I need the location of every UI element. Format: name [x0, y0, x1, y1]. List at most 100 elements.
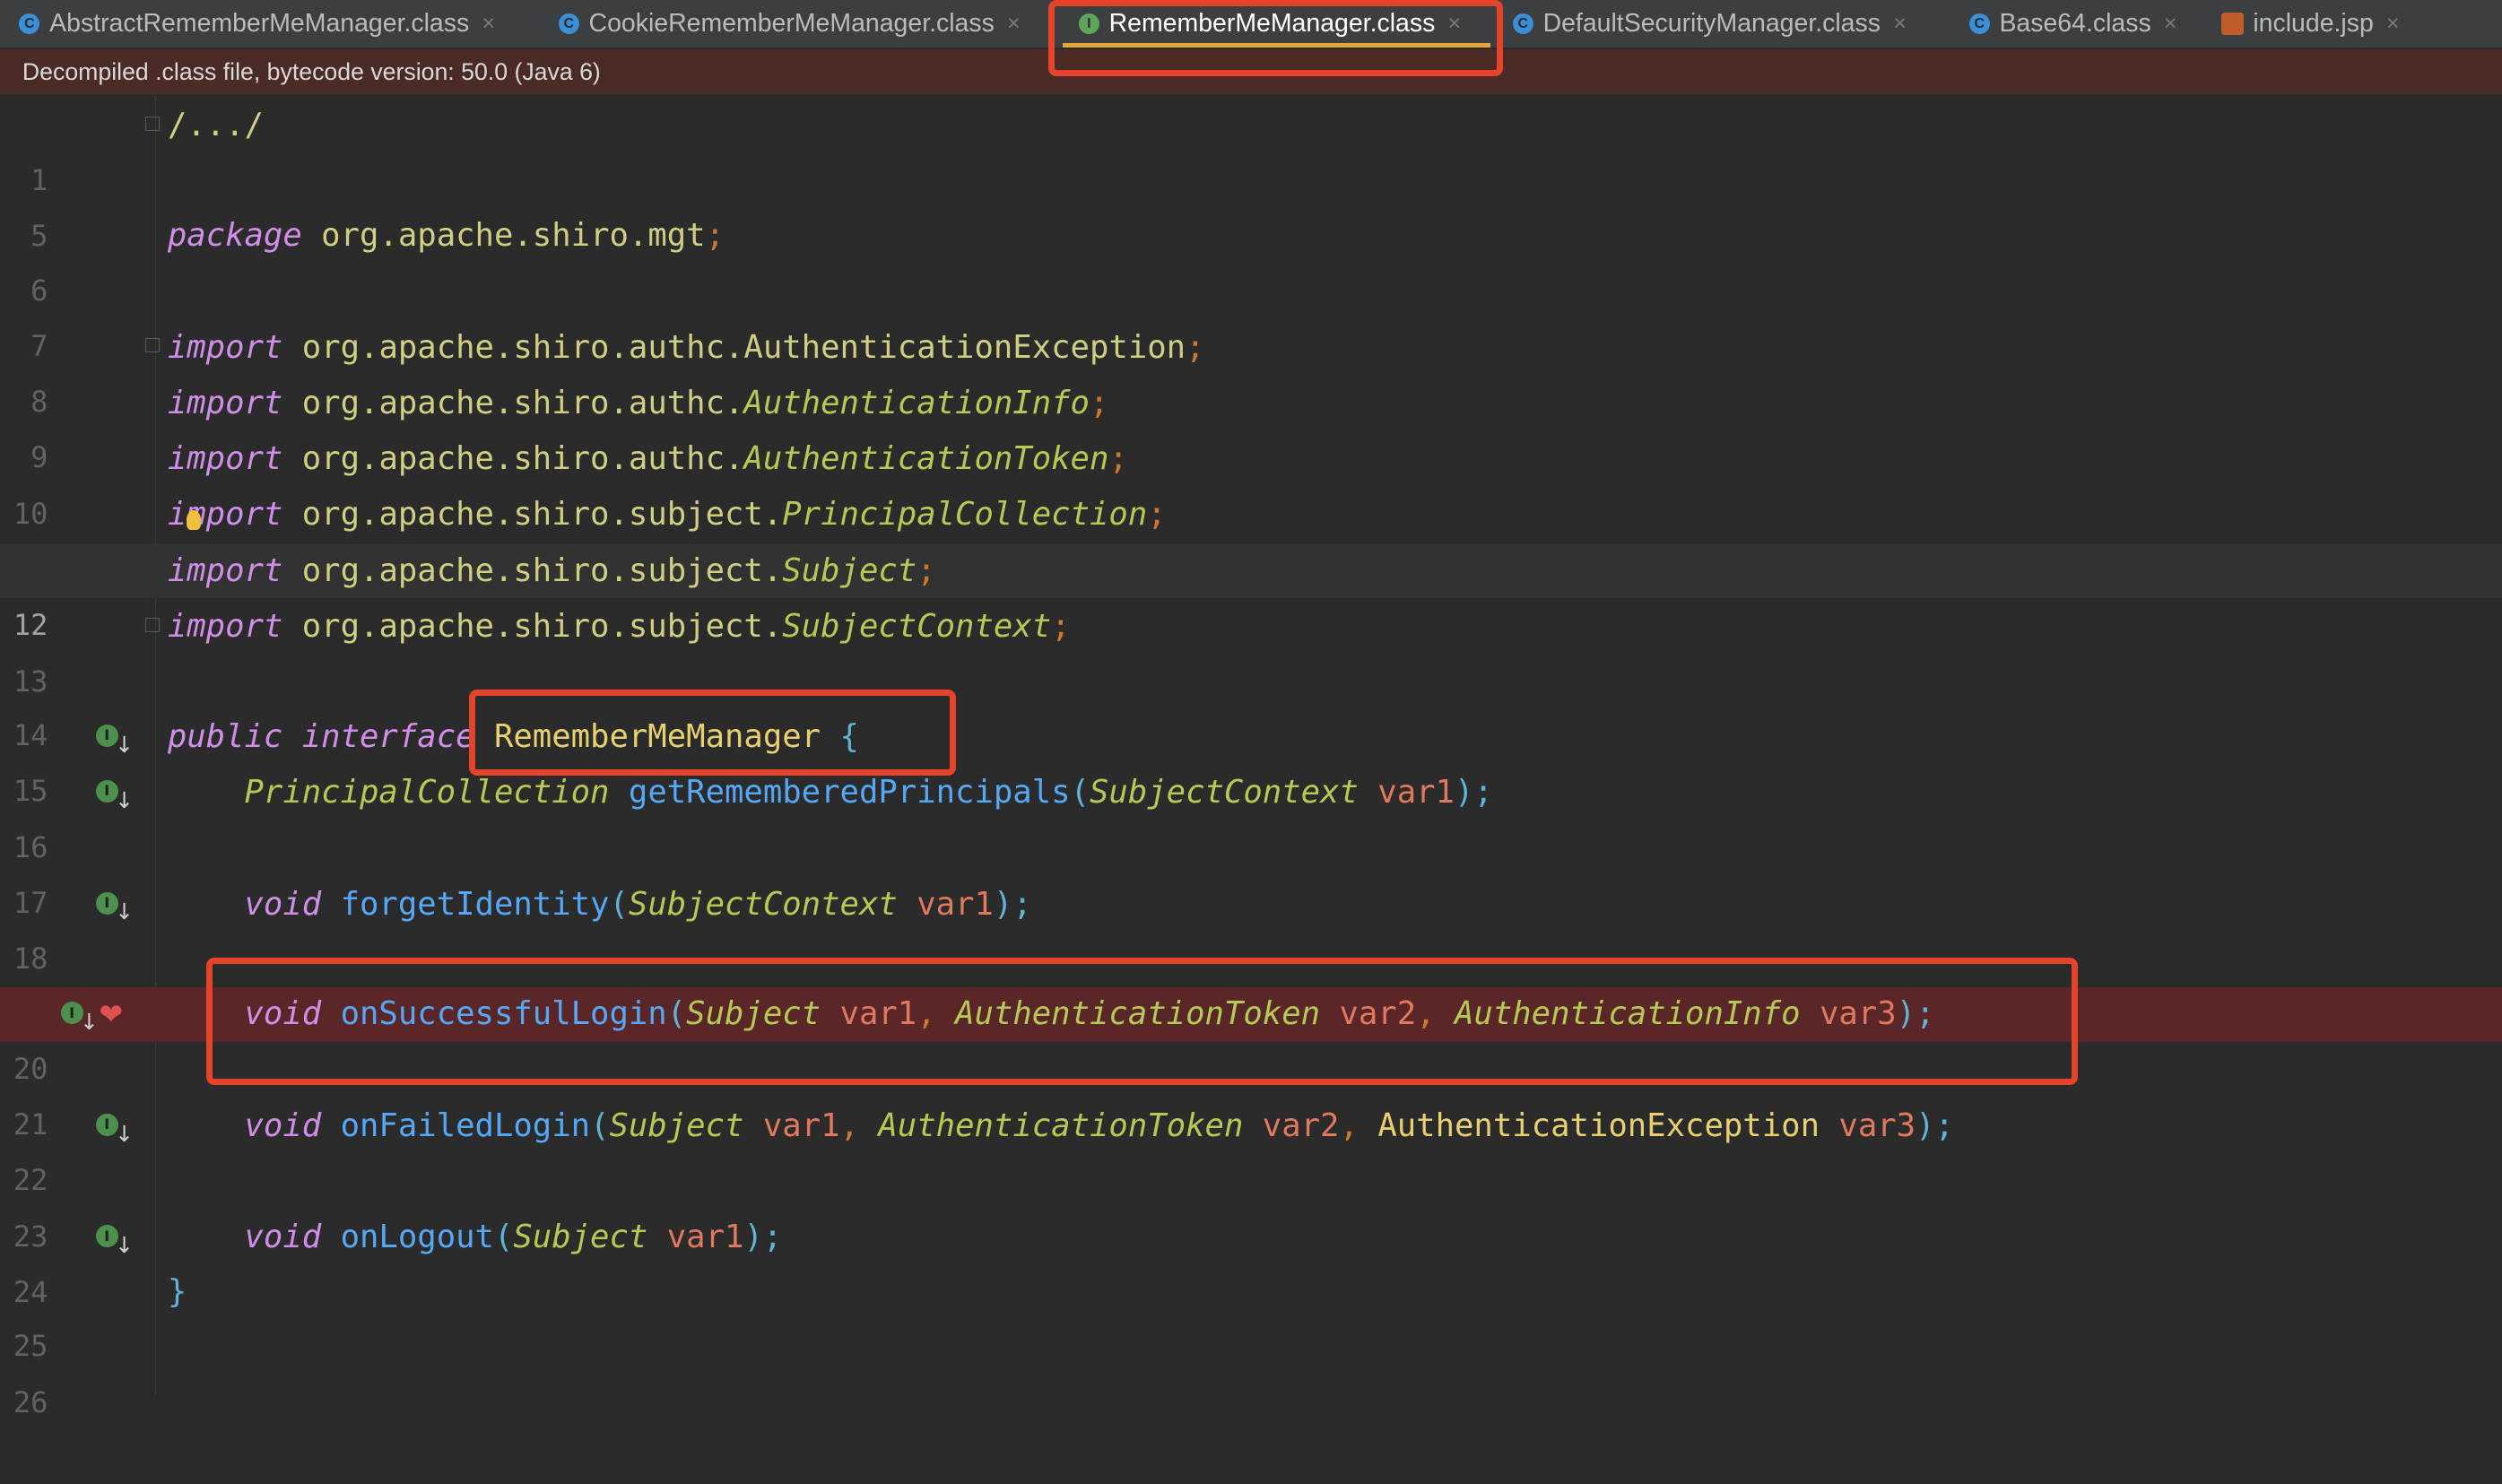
paren: );	[1454, 774, 1493, 811]
keyword: public interface	[167, 717, 475, 755]
implemented-method-icon[interactable]: I ↓	[95, 780, 134, 813]
line-number: 26	[13, 1384, 48, 1419]
fold-marker-icon[interactable]	[144, 338, 160, 353]
import-path: org.apache.shiro.authc.AuthenticationExc…	[282, 328, 1186, 366]
code-line: 14	[0, 655, 2502, 752]
implemented-method-icon[interactable]: I ↓	[95, 1225, 134, 1258]
semicolon: ;	[1051, 608, 1071, 645]
code-line: 18 I ↓ void forgetIdentity(SubjectContext…	[0, 878, 2502, 976]
keyword: import	[167, 551, 283, 589]
paren: );	[1916, 1106, 1954, 1144]
tab-label: AbstractRememberMeManager.class	[49, 9, 470, 39]
class-icon: C	[19, 13, 40, 35]
class-name: Subject	[782, 551, 917, 589]
param-name: var1	[897, 885, 994, 923]
code-line: 7	[0, 265, 2502, 363]
fold-marker-icon[interactable]	[144, 617, 160, 632]
code-line: 26	[0, 1321, 2502, 1419]
tab-label: DefaultSecurityManager.class	[1542, 9, 1881, 39]
semicolon: ;	[1186, 328, 1205, 366]
class-name: AuthenticationToken	[743, 440, 1109, 478]
code-editor[interactable]: 1 /.../ 5 6 package org.apache.shiro.mgt…	[0, 96, 2502, 1419]
tab-label: CookieRememberMeManager.class	[588, 9, 995, 39]
code-line: 23	[0, 1155, 2502, 1254]
tab-base64[interactable]: C Base64.class ×	[1968, 0, 2177, 48]
param-name: var2	[1243, 1106, 1340, 1144]
import-path: org.apache.shiro.subject.	[282, 608, 783, 645]
paren: (	[493, 1219, 514, 1256]
semicolon: ;	[1147, 496, 1167, 534]
annotation-box-interface-name	[469, 689, 956, 776]
fold-marker-icon[interactable]	[144, 116, 160, 131]
close-icon[interactable]: ×	[1007, 11, 1021, 37]
code-line: 15 I ↓ public interface RememberMeManager…	[0, 710, 2502, 809]
method-name: onFailedLogin	[321, 1106, 591, 1144]
import-path: org.apache.shiro.authc.	[282, 384, 744, 421]
param-type: Subject	[513, 1219, 648, 1256]
code-line-current: 12 import org.apache.shiro.subject.Subje…	[0, 543, 2502, 642]
implemented-method-icon[interactable]: I ↓	[95, 1113, 134, 1147]
code-line: 10 import org.apache.shiro.authc.Authent…	[0, 432, 2502, 531]
code-line: 9 import org.apache.shiro.authc.Authenti…	[0, 377, 2502, 475]
param-type: SubjectContext	[1089, 774, 1359, 811]
code-line: 25 }	[0, 1265, 2502, 1364]
class-icon: C	[558, 13, 579, 35]
implemented-method-icon[interactable]: I ↓	[60, 1002, 99, 1035]
annotation-box-on-successful-login	[205, 957, 2078, 1085]
close-icon[interactable]: ×	[482, 11, 495, 37]
paren: );	[993, 885, 1032, 923]
code-line: 8 import org.apache.shiro.authc.Authenti…	[0, 321, 2502, 420]
tab-default-security-manager[interactable]: C DefaultSecurityManager.class ×	[1512, 0, 1907, 48]
ide-window: C AbstractRememberMeManager.class × C Co…	[0, 0, 2502, 1419]
return-type: PrincipalCollection	[167, 774, 610, 811]
code-line: 24 I ↓ void onLogout(Subject var1);	[0, 1211, 2502, 1309]
class-name: AuthenticationInfo	[743, 384, 1090, 421]
param-type: AuthenticationToken	[878, 1106, 1244, 1144]
tab-include-jsp[interactable]: include.jsp ×	[2220, 0, 2400, 48]
class-name: PrincipalCollection	[782, 496, 1148, 534]
breakpoint-icon[interactable]: ❤	[99, 1000, 127, 1028]
code-line: 13 import org.apache.shiro.subject.Subje…	[0, 600, 2502, 699]
close-icon[interactable]: ×	[2386, 11, 2400, 37]
paren: (	[1070, 774, 1090, 811]
tab-label: include.jsp	[2253, 9, 2374, 39]
code-line: 5	[0, 155, 2502, 253]
tab-label: Base64.class	[1999, 9, 2151, 39]
package-name: org.apache.shiro.mgt	[301, 217, 706, 255]
code-line: 1 /.../	[0, 99, 2502, 197]
jsp-file-icon	[2220, 13, 2244, 36]
keyword: import	[167, 328, 283, 366]
class-icon: C	[1512, 13, 1533, 35]
tab-abstract-remember-me-manager[interactable]: C AbstractRememberMeManager.class ×	[19, 0, 495, 48]
paren: (	[590, 1106, 610, 1144]
semicolon: ;	[705, 217, 725, 255]
lightbulb-icon[interactable]	[187, 510, 202, 530]
comma: ,	[839, 1106, 879, 1144]
keyword: import	[167, 608, 283, 645]
close-icon[interactable]: ×	[1893, 11, 1907, 37]
keyword: void	[167, 1219, 322, 1256]
method-name: getRememberedPrincipals	[609, 774, 1071, 811]
keyword: import	[167, 384, 283, 421]
comma: ,	[1339, 1106, 1378, 1144]
tab-cookie-remember-me-manager[interactable]: C CookieRememberMeManager.class ×	[558, 0, 1021, 48]
closing-brace: }	[167, 1272, 187, 1310]
collapsed-header[interactable]: /.../	[168, 99, 264, 153]
import-path: org.apache.shiro.subject.	[282, 496, 783, 534]
code-line: 11 import org.apache.shiro.subject.Princ…	[0, 488, 2502, 586]
class-name: SubjectContext	[782, 608, 1052, 645]
annotation-box-active-tab	[1048, 0, 1504, 77]
paren: (	[609, 885, 629, 923]
code-line: 16 I ↓ PrincipalCollection getRememberedP…	[0, 766, 2502, 864]
keyword: import	[167, 496, 283, 534]
keyword: import	[167, 440, 283, 478]
method-name: forgetIdentity	[321, 885, 610, 923]
implemented-interface-icon[interactable]: I ↓	[95, 724, 134, 758]
close-icon[interactable]: ×	[2164, 11, 2177, 37]
param-type: Subject	[609, 1106, 744, 1144]
param-name: var1	[1358, 774, 1455, 811]
implemented-method-icon[interactable]: I ↓	[95, 891, 134, 924]
param-name: var3	[1820, 1106, 1916, 1144]
code-line: 17	[0, 821, 2502, 920]
class-icon: C	[1968, 13, 1990, 35]
